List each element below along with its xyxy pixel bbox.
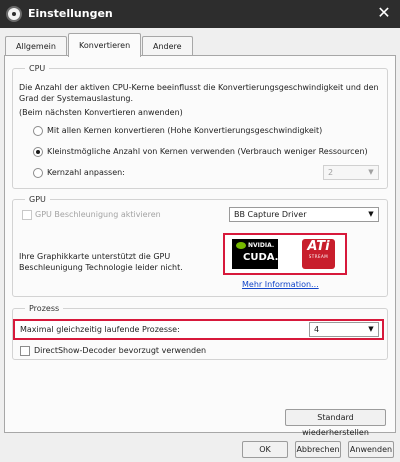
more-info-link[interactable]: Mehr Information...: [242, 280, 319, 289]
ok-button[interactable]: OK: [242, 441, 288, 458]
tab-allgemein[interactable]: Allgemein: [5, 36, 67, 56]
gpu-driver-select[interactable]: BB Capture Driver ▼: [229, 207, 379, 222]
chevron-down-icon: ▼: [368, 325, 374, 333]
directshow-checkbox[interactable]: [20, 346, 30, 356]
gpu-info-text: Ihre Graphikkarte unterstützt die GPU Be…: [19, 252, 183, 272]
chevron-down-icon: ▼: [368, 168, 374, 176]
max-processes-label: Maximal gleichzeitig laufende Prozesse:: [20, 325, 180, 334]
nvidia-cuda-logo: NVIDIA. CUDA.: [232, 239, 278, 269]
core-count-value: 2: [328, 168, 334, 177]
radio-min-cores-label: Kleinstmögliche Anzahl von Kernen verwen…: [47, 147, 368, 156]
cpu-note: (Beim nächsten Konvertieren anwenden): [19, 108, 183, 117]
directshow-label: DirectShow-Decoder bevorzugt verwenden: [34, 346, 207, 355]
tab-andere[interactable]: Andere: [142, 36, 193, 56]
chevron-down-icon: ▼: [368, 210, 374, 218]
process-legend: Prozess: [29, 304, 60, 313]
window-title: Einstellungen: [28, 7, 113, 20]
gpu-legend: GPU: [29, 195, 46, 204]
tab-konvertieren[interactable]: Konvertieren: [68, 33, 142, 57]
nvidia-brand: NVIDIA.: [248, 242, 275, 249]
cancel-button[interactable]: Abbrechen: [295, 441, 341, 458]
ati-brand: ATi: [307, 239, 330, 254]
cpu-legend: CPU: [29, 64, 46, 73]
radio-all-cores-label: Mit allen Kernen konvertieren (Hohe Konv…: [47, 126, 323, 135]
gpu-acceleration-label: GPU Beschleunigung aktivieren: [35, 210, 161, 219]
gpu-acceleration-checkbox[interactable]: [22, 210, 32, 220]
max-processes-select[interactable]: 4 ▼: [309, 322, 379, 337]
settings-window: Einstellungen ✕ Allgemein Konvertieren A…: [0, 0, 400, 462]
apply-button[interactable]: Anwenden: [348, 441, 394, 458]
radio-custom-cores[interactable]: [33, 168, 43, 178]
radio-all-cores[interactable]: [33, 126, 43, 136]
radio-custom-cores-label: Kernzahl anpassen:: [47, 168, 125, 177]
close-icon[interactable]: ✕: [374, 3, 394, 23]
ati-stream-logo: ATi STREAM: [302, 239, 335, 269]
gpu-logos-highlight: NVIDIA. CUDA. ATi STREAM: [223, 233, 347, 275]
title-bar: Einstellungen ✕: [0, 0, 400, 28]
max-processes-value: 4: [314, 325, 320, 334]
ati-sub: STREAM: [308, 254, 329, 259]
restore-defaults-button[interactable]: Standard wiederherstellen: [285, 409, 386, 437]
app-icon: [6, 6, 22, 22]
core-count-select[interactable]: 2 ▼: [323, 165, 379, 180]
cpu-description: Die Anzahl der aktiven CPU-Kerne beeinfl…: [19, 83, 379, 103]
radio-min-cores[interactable]: [33, 147, 43, 157]
nvidia-eye-icon: [236, 242, 246, 249]
gpu-driver-value: BB Capture Driver: [234, 210, 307, 219]
nvidia-cuda-text: CUDA.: [243, 252, 279, 263]
